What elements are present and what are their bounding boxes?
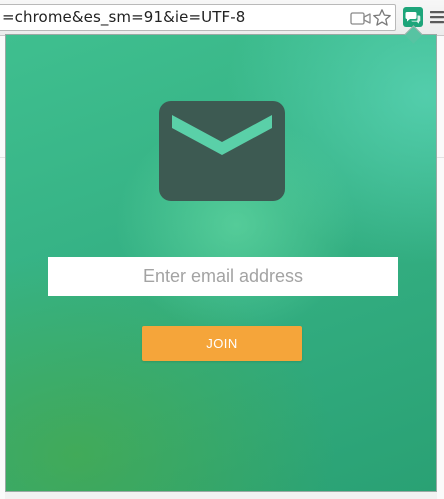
page-background-right (437, 36, 444, 499)
hamburger-menu-icon[interactable] (430, 10, 444, 24)
envelope-icon (159, 101, 285, 201)
extension-popup: JOIN (5, 34, 437, 492)
address-bar-url[interactable]: =chrome&es_sm=91&ie=UTF-8 (2, 8, 245, 26)
join-button[interactable]: JOIN (142, 326, 302, 361)
email-input[interactable] (48, 257, 398, 296)
star-icon[interactable] (372, 8, 392, 28)
browser-toolbar: =chrome&es_sm=91&ie=UTF-8 (0, 0, 444, 36)
page-divider-right (437, 157, 444, 158)
video-camera-icon[interactable] (350, 11, 372, 26)
address-bar[interactable]: =chrome&es_sm=91&ie=UTF-8 (0, 4, 396, 31)
